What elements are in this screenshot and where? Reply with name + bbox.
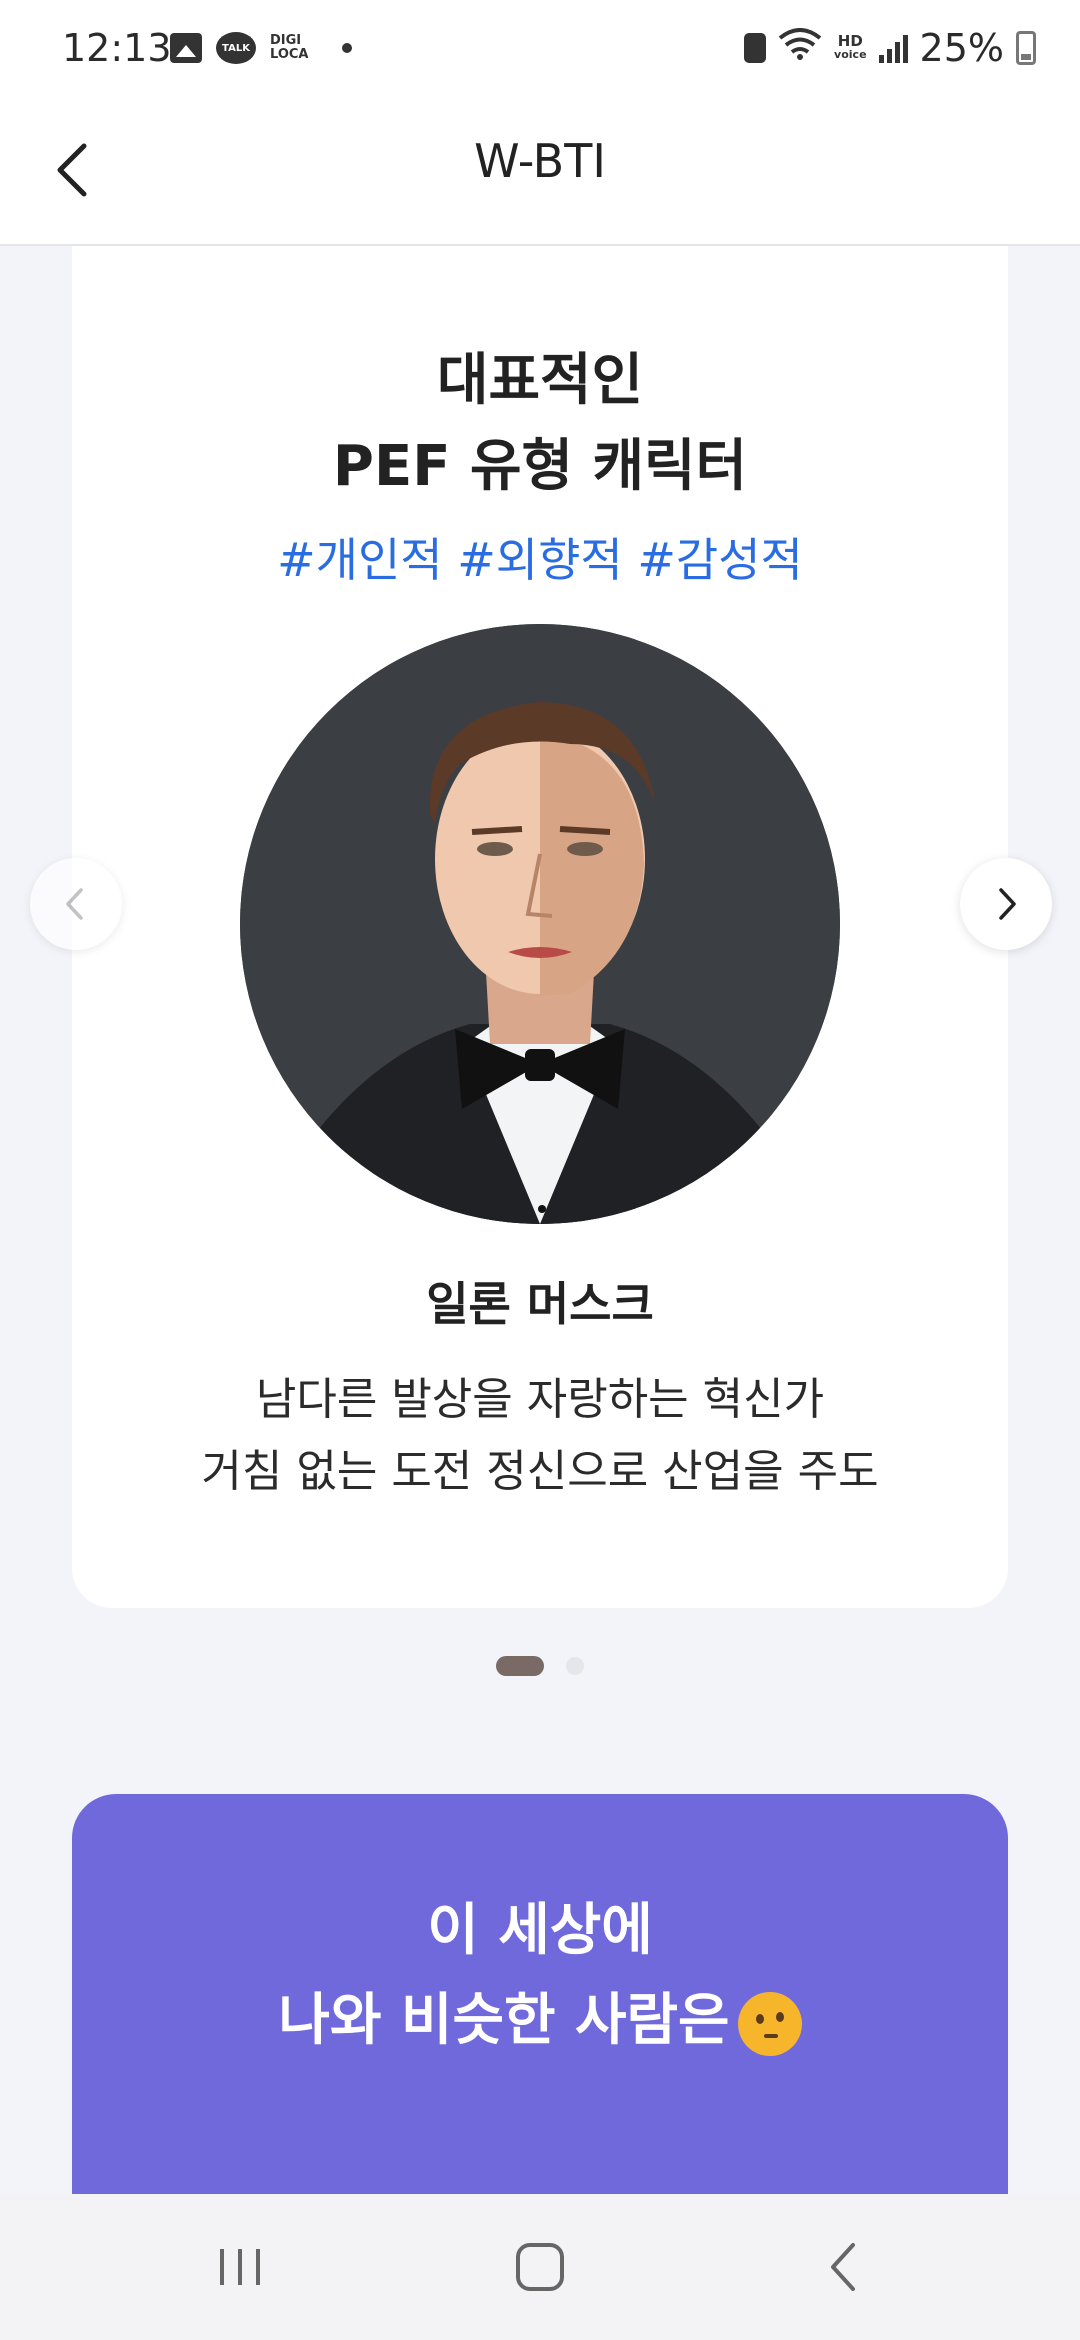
description-line2: 거침 없는 도전 정신으로 산업을 주도 [201,1446,879,1497]
wifi-icon [778,28,822,68]
chevron-left-icon [66,888,83,920]
voice-label: voice [834,48,867,61]
recents-button[interactable] [150,2194,330,2340]
page-dot[interactable] [566,1657,584,1675]
hashtags: #개인적 #외향적 #감성적 [277,533,803,587]
system-nav-bar [0,2194,1080,2340]
system-icons: HD voice 25% [744,26,1036,70]
home-icon [516,2243,564,2291]
loca-label: LOCA [270,47,309,62]
battery-percent: 25% [919,26,1004,70]
character-card: 대표적인 PEF 유형 캐릭터 #개인적 #외향적 #감성적 일론 머스크 남다… [72,246,1008,1608]
more-notifications-icon [342,43,353,53]
battery-saver-icon [744,33,767,63]
system-back-button[interactable] [755,2194,935,2340]
kakaotalk-icon: TALK [216,32,256,64]
talk-label: TALK [222,42,250,54]
promo-line2: 나와 비슷한 사람은 [278,1988,730,2053]
home-button[interactable] [450,2194,630,2340]
page-title: W-BTI [474,134,606,188]
page-dot-active[interactable] [496,1656,544,1676]
character-name: 일론 머스크 [426,1277,654,1331]
card-title-line2: PEF 유형 캐릭터 [332,434,748,499]
carousel-next-button[interactable] [960,858,1052,950]
promo-line1: 이 세상에 [427,1898,653,1963]
signal-icon [878,33,908,63]
digiloca-icon: DIGI LOCA [270,34,308,62]
recents-icon [220,2249,260,2285]
battery-icon [1016,31,1036,65]
carousel-prev-button[interactable] [30,858,122,950]
back-icon [831,2243,855,2291]
card-title-line1: 대표적인 [436,348,644,413]
app-bar: W-BTI [0,100,1080,246]
carousel-page-indicator [0,1656,1080,1676]
similar-people-card: 이 세상에 나와 비슷한 사람은 [72,1794,1008,2254]
portrait-illustration [240,624,840,1224]
hd-label: HD [837,32,863,50]
notification-icons: TALK DIGI LOCA [170,32,353,64]
status-bar: 12:13 TALK DIGI LOCA HD voice 25% [0,0,1080,100]
promo-title: 이 세상에 나와 비슷한 사람은 [72,1886,1008,2066]
gallery-icon [170,33,202,63]
character-portrait [240,624,840,1224]
digi-label: DIGI [270,33,302,48]
hd-voice-icon: HD voice [834,34,866,62]
chevron-right-icon [999,888,1016,920]
thinking-face-icon [737,1991,802,2056]
character-description: 남다른 발상을 자랑하는 혁신가 거침 없는 도전 정신으로 산업을 주도 [72,1364,1008,1508]
description-line1: 남다른 발상을 자랑하는 혁신가 [255,1374,825,1425]
status-time: 12:13 [62,26,172,70]
card-title: 대표적인 PEF 유형 캐릭터 [72,338,1008,510]
